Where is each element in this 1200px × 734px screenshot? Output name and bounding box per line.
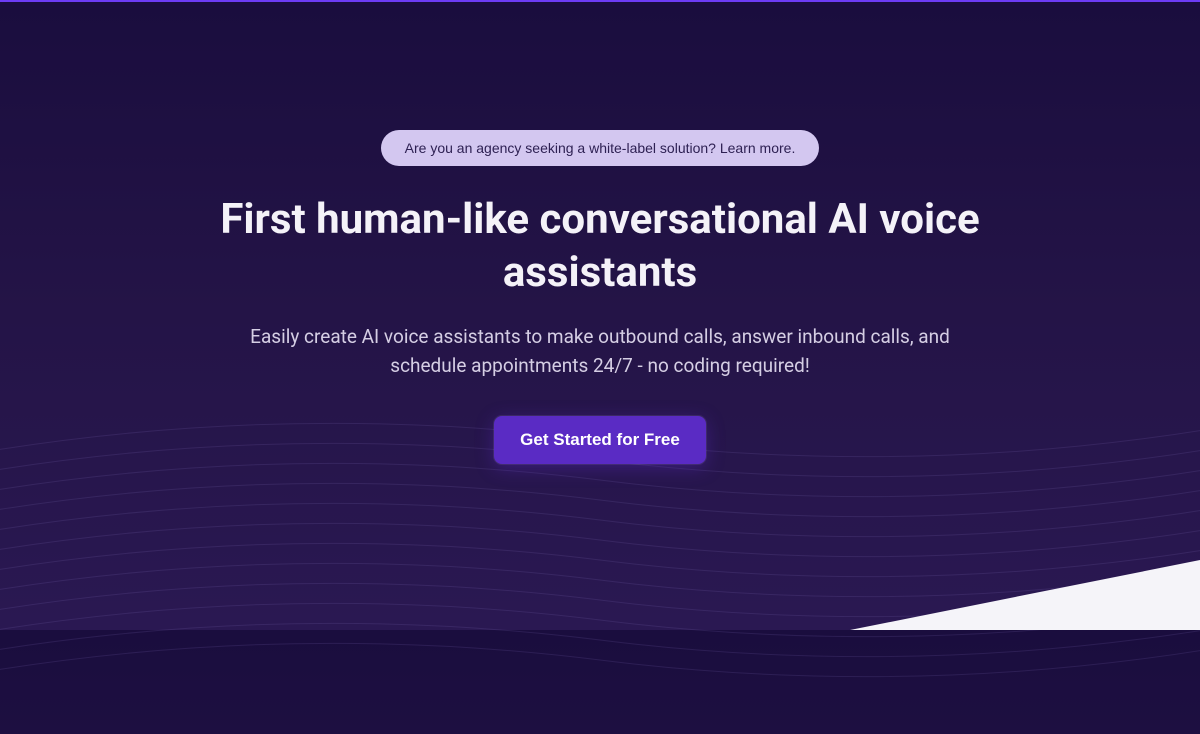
hero-subhead: Easily create AI voice assistants to mak… xyxy=(240,323,960,380)
agency-pill-link[interactable]: Are you an agency seeking a white-label … xyxy=(381,130,820,166)
hero-section: Are you an agency seeking a white-label … xyxy=(0,2,1200,464)
corner-cut-decoration xyxy=(850,560,1200,630)
get-started-button[interactable]: Get Started for Free xyxy=(494,416,706,464)
hero-headline: First human-like conversational AI voice… xyxy=(200,194,1000,299)
